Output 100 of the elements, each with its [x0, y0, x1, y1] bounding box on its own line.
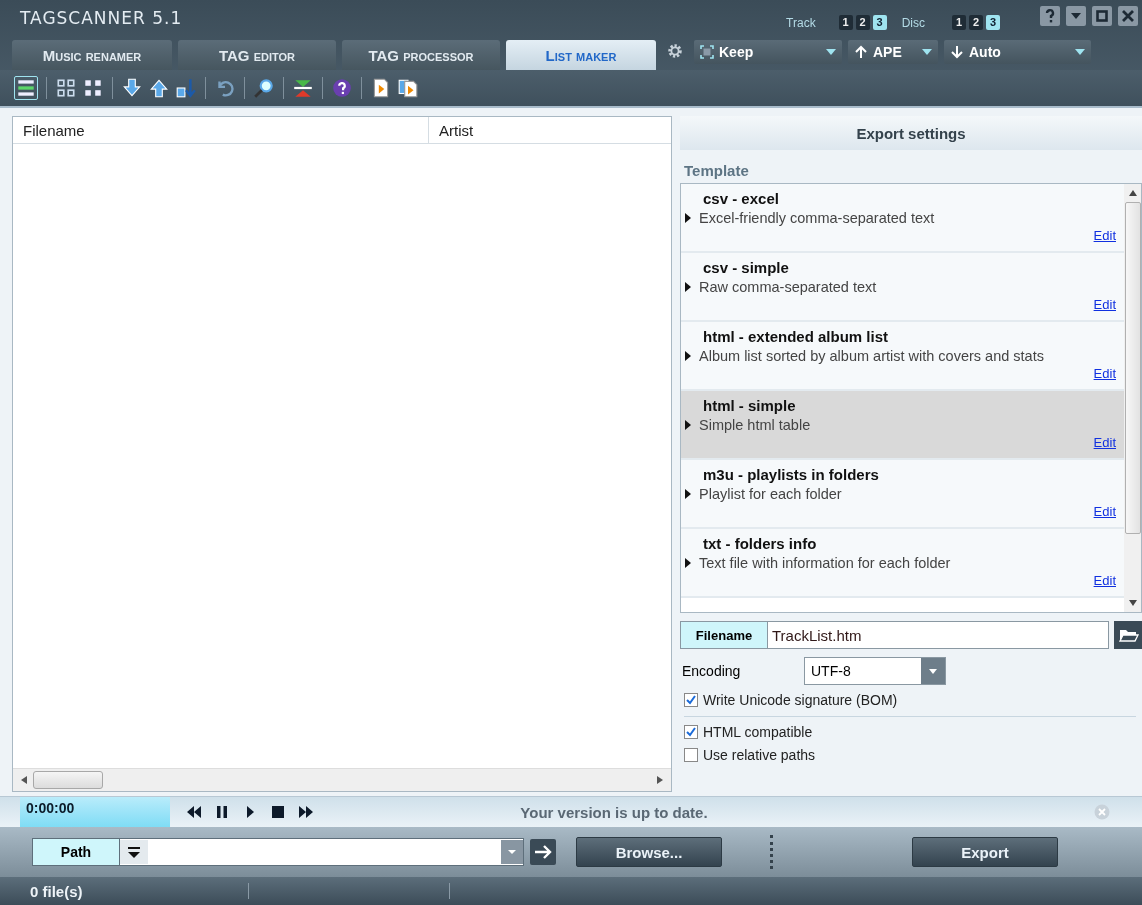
template-name: txt - folders info — [703, 535, 818, 552]
settings-icon[interactable] — [666, 42, 684, 60]
template-description: Text file with information for each folder — [699, 555, 951, 571]
edit-link[interactable]: Edit — [1093, 504, 1116, 519]
maximize-icon[interactable] — [1092, 6, 1112, 26]
template-name: m3u - playlists in folders — [703, 466, 880, 483]
scrollbar-thumb[interactable] — [33, 771, 103, 789]
checkbox[interactable] — [684, 748, 698, 762]
tab[interactable]: TAG editor — [178, 40, 336, 70]
export-button[interactable]: Export — [912, 837, 1058, 867]
caret-icon[interactable] — [501, 839, 523, 865]
pause-icon[interactable] — [214, 805, 230, 819]
frame-icon — [700, 45, 714, 59]
close-icon[interactable] — [1118, 6, 1138, 26]
expand-arrow-icon[interactable] — [685, 420, 691, 430]
disc-number-toggle[interactable]: 2 — [969, 15, 983, 30]
status-message: Your version is up to date. — [520, 803, 708, 821]
checkbox[interactable] — [684, 693, 698, 707]
swap-icon[interactable] — [292, 77, 314, 99]
caret-icon — [826, 49, 836, 55]
edit-link[interactable]: Edit — [1093, 228, 1116, 243]
template-name: html - simple — [703, 397, 797, 414]
expand-arrow-icon[interactable] — [685, 489, 691, 499]
arrow-down-icon — [950, 45, 964, 59]
time-display: 0:00:00 — [20, 797, 170, 827]
vertical-scrollbar[interactable] — [1124, 184, 1141, 612]
edit-link[interactable]: Edit — [1093, 366, 1116, 381]
template-item[interactable]: html - extended album list Album list sorted by album artist with covers and stats Edit — [681, 322, 1124, 391]
rewind-icon[interactable] — [186, 805, 202, 819]
template-description: Simple html table — [699, 417, 811, 433]
edit-link[interactable]: Edit — [1093, 435, 1116, 450]
template-name: csv - simple — [703, 259, 790, 276]
expand-arrow-icon[interactable] — [685, 558, 691, 568]
template-description: Raw comma-separated text — [699, 279, 877, 295]
expand-arrow-icon[interactable] — [685, 213, 691, 223]
track-number-toggle[interactable]: 2 — [855, 15, 870, 30]
edit-link[interactable]: Edit — [1093, 297, 1116, 312]
arrow-down-icon[interactable] — [121, 77, 143, 99]
filter-icon[interactable] — [120, 839, 148, 865]
checkbox-label: Write Unicode signature (BOM) — [703, 692, 898, 708]
scroll-right-icon[interactable] — [657, 776, 663, 784]
template-name: html - extended album list — [703, 328, 890, 345]
expand-arrow-icon[interactable] — [685, 351, 691, 361]
scroll-down-icon[interactable] — [1128, 600, 1137, 606]
window-title: TAGSCANNER 5.1 — [20, 8, 183, 28]
help-icon[interactable] — [1040, 6, 1060, 26]
track-label: Track — [786, 15, 816, 30]
section-label: Template — [683, 161, 750, 181]
arrow-right-icon[interactable] — [530, 839, 556, 865]
disc-number-toggle[interactable]: 3 — [986, 15, 1000, 30]
folder-icon[interactable] — [1114, 621, 1142, 649]
tab[interactable]: Music renamer — [12, 40, 172, 70]
panel-header: Export settings — [680, 116, 1142, 150]
dropdown[interactable]: APE — [848, 40, 938, 64]
path-label: Path — [33, 839, 120, 865]
checkbox-label: HTML compatible — [703, 724, 813, 740]
tab[interactable]: List maker — [506, 40, 656, 70]
tab[interactable]: TAG processor — [342, 40, 500, 70]
grid-view-icon[interactable] — [82, 77, 104, 99]
sort-icon[interactable] — [175, 77, 197, 99]
search-icon[interactable] — [253, 77, 275, 99]
expand-arrow-icon[interactable] — [685, 282, 691, 292]
template-name: csv - excel — [703, 190, 780, 207]
list-view-icon[interactable] — [14, 76, 38, 100]
template-item[interactable]: m3u - playlists in folders Playlist for each folder Edit — [681, 460, 1124, 529]
template-description: Playlist for each folder — [699, 486, 842, 502]
dropdown[interactable]: Auto — [944, 40, 1091, 64]
track-number-toggle[interactable]: 3 — [872, 15, 887, 30]
caret-icon — [929, 668, 937, 674]
fast-forward-icon[interactable] — [298, 805, 314, 819]
stop-icon[interactable] — [270, 805, 286, 819]
documents-icon[interactable] — [397, 77, 419, 99]
disc-number-toggle[interactable]: 1 — [952, 15, 966, 30]
scroll-left-icon[interactable] — [21, 776, 27, 784]
template-item[interactable]: csv - simple Raw comma-separated text Edit — [681, 253, 1124, 322]
arrow-up-icon[interactable] — [148, 77, 170, 99]
edit-link[interactable]: Edit — [1093, 573, 1116, 588]
dropdown-icon[interactable] — [1066, 6, 1086, 26]
caret-icon — [1075, 49, 1085, 55]
filename-label: Filename — [681, 622, 768, 648]
browse-button[interactable]: Browse... — [576, 837, 722, 867]
horizontal-scrollbar[interactable] — [13, 768, 671, 791]
arrow-up-icon — [854, 45, 868, 59]
template-item[interactable]: html - simple Simple html table Edit — [681, 391, 1124, 460]
checkbox[interactable] — [684, 725, 698, 739]
encoding-label: Encoding — [681, 663, 742, 679]
template-item[interactable]: txt - folders info Text file with information for each folder Edit — [681, 529, 1124, 598]
encoding-dropdown[interactable]: UTF-8 — [804, 657, 946, 685]
column-header[interactable]: Artist — [429, 117, 474, 143]
scrollbar-thumb[interactable] — [1124, 202, 1141, 534]
template-item[interactable]: csv - excel Excel-friendly comma-separated text Edit — [681, 184, 1124, 253]
filename-field[interactable]: Filename TrackList.htm — [680, 621, 1109, 649]
column-header[interactable]: Filename — [13, 117, 429, 143]
grid-view-icon[interactable] — [55, 77, 77, 99]
scroll-up-icon[interactable] — [1128, 190, 1137, 196]
help-icon[interactable] — [331, 77, 353, 99]
track-number-toggle[interactable]: 1 — [838, 15, 853, 30]
path-field[interactable]: Path — [32, 838, 524, 866]
dropdown[interactable]: Keep — [694, 40, 842, 64]
template-description: Album list sorted by album artist with covers and stats — [699, 348, 1044, 364]
